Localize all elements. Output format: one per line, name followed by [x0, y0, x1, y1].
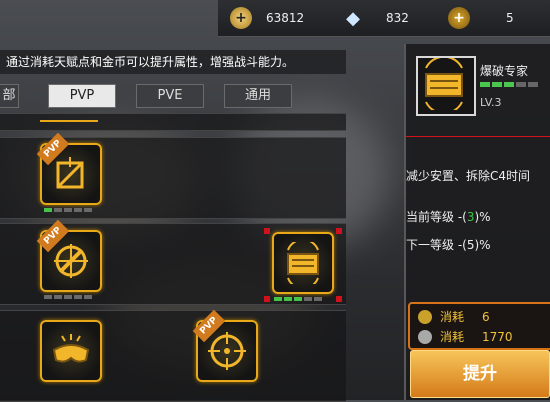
diamond-currency: ◆ 832: [342, 6, 409, 30]
sniper-scope-icon: [54, 244, 88, 278]
talent-cost-value: 6: [482, 309, 490, 324]
skill-slot-crosshair[interactable]: PVP: [192, 309, 258, 382]
skill-slot-sniper[interactable]: PVP: [36, 219, 102, 292]
talent-cost-row: 消耗 6: [418, 308, 490, 325]
bomb-defuse-icon: [287, 242, 319, 284]
selection-corner-marker: [336, 296, 342, 302]
selection-corner-marker: [264, 296, 270, 302]
currency-bar: + 63812 ◆ 832 + 5: [218, 0, 550, 37]
info-banner: 通过消耗天赋点和金币可以提升属性，增强战斗能力。: [0, 50, 346, 74]
tab-pvp[interactable]: PVP: [48, 84, 116, 108]
level-pips: [44, 295, 92, 299]
trap-icon: [56, 157, 84, 189]
gold-cost-value: 1770: [482, 329, 513, 344]
upgrade-button[interactable]: 提升: [410, 350, 550, 398]
selection-corner-marker: [264, 228, 270, 234]
rank-chevron-plus-icon[interactable]: +: [448, 7, 470, 29]
skill-level: LV.3: [480, 96, 502, 109]
level-pips: [274, 297, 322, 301]
selected-skill-icon: [416, 55, 476, 116]
tab-pve[interactable]: PVE: [136, 84, 204, 108]
gold-coin-icon: [418, 329, 432, 344]
level-pips: [44, 208, 92, 212]
next-level-effect: 下一等级 -(5)%: [406, 238, 491, 252]
gold-amount: 63812: [266, 11, 305, 25]
skill-name: 爆破专家: [480, 64, 529, 78]
selection-corner-marker: [336, 228, 342, 234]
gold-currency: + 63812: [230, 6, 304, 30]
diamond-amount: 832: [386, 11, 409, 25]
rank-currency: + 5: [448, 6, 514, 30]
skill-detail-panel: 爆破专家 LV.3 减少安置、拆除C4时间 当前等级 -(3)% 下一等级 -(…: [404, 44, 550, 400]
talent-point-icon: [418, 309, 432, 324]
skill-slot-trap[interactable]: PVP: [36, 132, 102, 205]
tab-all[interactable]: 部: [0, 84, 19, 108]
upgrade-cost-box: 消耗 6 消耗 1770: [408, 302, 550, 350]
skill-level-pips: [480, 82, 538, 87]
bomb-defuse-icon: [425, 55, 463, 115]
tab-general[interactable]: 通用: [224, 84, 292, 108]
skill-description: 减少安置、拆除C4时间: [406, 169, 531, 183]
crosshair-icon: [208, 332, 246, 370]
skill-slot-bomb-expert[interactable]: [272, 232, 334, 294]
skill-slot-goggles[interactable]: [40, 320, 102, 382]
partial-skill-icon[interactable]: [40, 106, 98, 122]
game-screen: { "currency": { "gold": "63812", "diamon…: [0, 0, 550, 402]
goggles-icon: [52, 334, 90, 363]
rank-amount: 5: [506, 11, 514, 25]
diamond-plus-icon[interactable]: ◆: [342, 7, 364, 29]
current-level-effect: 当前等级 -(3)%: [406, 210, 491, 224]
gold-coin-plus-icon[interactable]: +: [230, 7, 252, 29]
panel-divider: [406, 136, 550, 137]
gold-cost-row: 消耗 1770: [418, 328, 513, 345]
